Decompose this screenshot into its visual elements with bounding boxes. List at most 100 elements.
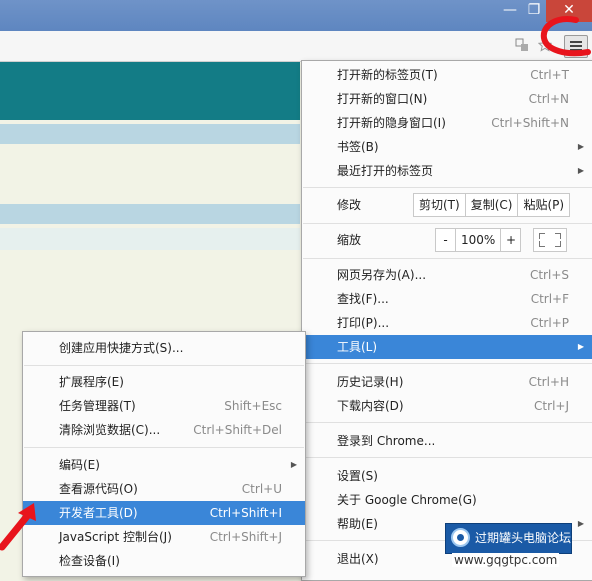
menu-item-shortcut: Ctrl+T [530, 68, 569, 82]
zoom-in-button[interactable]: + [501, 228, 521, 252]
tools-submenu: 创建应用快捷方式(S)... 扩展程序(E) 任务管理器(T) Shift+Es… [22, 331, 306, 577]
menu-item-settings[interactable]: 设置(S) [302, 464, 592, 488]
menu-item-shortcut: Ctrl+S [529, 268, 569, 282]
menu-item-bookmarks[interactable]: 书签(B) ▶ [302, 135, 592, 159]
menu-item-shortcut: Shift+Esc [224, 399, 282, 413]
submenu-arrow-icon: ▶ [577, 342, 584, 351]
fullscreen-icon[interactable] [533, 228, 567, 252]
menu-item-label: 工具(L) [337, 340, 378, 354]
menu-item-print[interactable]: 打印(P)... Ctrl+P [302, 311, 592, 335]
menu-row-zoom: 缩放 - 100% + [302, 227, 592, 253]
menu-item-label: 查找(F)... [337, 292, 389, 306]
submenu-arrow-icon: ▶ [577, 142, 584, 151]
paste-button[interactable]: 粘贴(P) [518, 193, 571, 217]
zoom-level: 100% [456, 228, 501, 252]
menu-item-new-tab[interactable]: 打开新的标签页(T) Ctrl+T [302, 63, 592, 87]
menu-item-about[interactable]: 关于 Google Chrome(G) [302, 488, 592, 512]
menu-item-label: 下载内容(D) [337, 399, 404, 413]
menu-separator [24, 447, 304, 448]
menu-item-shortcut: Ctrl+N [528, 92, 569, 106]
page-band [0, 124, 300, 144]
translate-icon[interactable] [515, 38, 529, 52]
menu-item-label: 历史记录(H) [337, 375, 404, 389]
menu-item-downloads[interactable]: 下载内容(D) Ctrl+J [302, 394, 592, 418]
menu-separator [303, 363, 592, 364]
menu-separator [303, 422, 592, 423]
menu-item-shortcut: Ctrl+H [528, 375, 569, 389]
submenu-item-clear-data[interactable]: 清除浏览数据(C)... Ctrl+Shift+Del [23, 418, 305, 442]
submenu-item-create-shortcut[interactable]: 创建应用快捷方式(S)... [23, 336, 305, 360]
menu-row-edit: 修改 剪切(T) 复制(C) 粘贴(P) [302, 192, 592, 218]
menu-item-shortcut: Ctrl+Shift+I [209, 506, 282, 520]
menu-item-label: 最近打开的标签页 [337, 164, 434, 178]
menu-item-label: 设置(S) [337, 469, 378, 483]
chrome-main-menu: 打开新的标签页(T) Ctrl+T 打开新的窗口(N) Ctrl+N 打开新的隐… [301, 60, 592, 581]
submenu-arrow-icon: ▶ [577, 166, 584, 175]
menu-item-shortcut: Ctrl+F [530, 292, 569, 306]
menu-item-label: 检查设备(I) [59, 554, 120, 568]
submenu-item-encoding[interactable]: 编码(E) ▶ [23, 453, 305, 477]
menu-item-shortcut: Ctrl+Shift+Del [193, 423, 282, 437]
menu-item-label: 查看源代码(O) [59, 482, 138, 496]
menu-item-label: 打开新的标签页(T) [337, 68, 438, 82]
submenu-item-extensions[interactable]: 扩展程序(E) [23, 370, 305, 394]
menu-item-label: 编码(E) [59, 458, 100, 472]
menu-item-shortcut: Ctrl+Shift+J [209, 530, 282, 544]
menu-item-tools[interactable]: 工具(L) ▶ [302, 335, 592, 359]
submenu-item-task-manager[interactable]: 任务管理器(T) Shift+Esc [23, 394, 305, 418]
edit-label: 修改 [337, 198, 362, 212]
submenu-arrow-icon: ▶ [290, 460, 297, 469]
menu-item-new-incognito[interactable]: 打开新的隐身窗口(I) Ctrl+Shift+N [302, 111, 592, 135]
menu-separator [303, 457, 592, 458]
browser-toolbar [0, 31, 592, 62]
submenu-item-inspect-devices[interactable]: 检查设备(I) [23, 549, 305, 573]
menu-item-label: 关于 Google Chrome(G) [337, 493, 477, 507]
menu-item-label: 书签(B) [337, 140, 379, 154]
cut-button[interactable]: 剪切(T) [413, 193, 466, 217]
menu-item-label: 任务管理器(T) [59, 399, 136, 413]
menu-item-label: JavaScript 控制台(J) [59, 530, 172, 544]
menu-item-shortcut: Ctrl+Shift+N [491, 116, 569, 130]
zoom-label: 缩放 [337, 233, 362, 247]
menu-item-label: 打印(P)... [337, 316, 390, 330]
submenu-item-view-source[interactable]: 查看源代码(O) Ctrl+U [23, 477, 305, 501]
menu-separator [303, 258, 592, 259]
minimize-button[interactable]: — [498, 0, 522, 22]
submenu-item-js-console[interactable]: JavaScript 控制台(J) Ctrl+Shift+J [23, 525, 305, 549]
annotation-arrow [0, 503, 36, 551]
zoom-out-button[interactable]: - [435, 228, 456, 252]
menu-item-label: 开发者工具(D) [59, 506, 138, 520]
submenu-item-developer-tools[interactable]: 开发者工具(D) Ctrl+Shift+I [23, 501, 305, 525]
menu-item-history[interactable]: 历史记录(H) Ctrl+H [302, 370, 592, 394]
menu-item-label: 退出(X) [337, 552, 379, 566]
page-header-band [0, 62, 300, 120]
menu-item-label: 创建应用快捷方式(S)... [59, 341, 184, 355]
menu-item-label: 帮助(E) [337, 517, 378, 531]
logo-icon [451, 528, 470, 547]
menu-item-label: 扩展程序(E) [59, 375, 124, 389]
menu-item-label: 登录到 Chrome... [337, 434, 436, 448]
menu-item-save-page[interactable]: 网页另存为(A)... Ctrl+S [302, 263, 592, 287]
watermark-url: www.gqgtpc.com [452, 553, 560, 567]
copy-button[interactable]: 复制(C) [465, 193, 519, 217]
watermark-badge: 过期罐头电脑论坛 [445, 523, 572, 554]
page-band [0, 228, 300, 250]
menu-separator [303, 187, 592, 188]
menu-item-sign-in[interactable]: 登录到 Chrome... [302, 429, 592, 453]
menu-separator [24, 365, 304, 366]
menu-item-recent-tabs[interactable]: 最近打开的标签页 ▶ [302, 159, 592, 183]
menu-item-label: 清除浏览数据(C)... [59, 423, 161, 437]
menu-item-shortcut: Ctrl+U [241, 482, 282, 496]
title-bar: — ❐ ✕ [0, 0, 592, 31]
menu-item-label: 打开新的窗口(N) [337, 92, 428, 106]
menu-separator [303, 223, 592, 224]
page-band [0, 204, 300, 224]
menu-item-find[interactable]: 查找(F)... Ctrl+F [302, 287, 592, 311]
menu-item-new-window[interactable]: 打开新的窗口(N) Ctrl+N [302, 87, 592, 111]
menu-item-shortcut: Ctrl+J [534, 399, 569, 413]
submenu-arrow-icon: ▶ [577, 519, 584, 528]
menu-item-label: 网页另存为(A)... [337, 268, 427, 282]
watermark-text: 过期罐头电脑论坛 [475, 531, 572, 545]
menu-item-shortcut: Ctrl+P [530, 316, 569, 330]
menu-item-label: 打开新的隐身窗口(I) [337, 116, 446, 130]
